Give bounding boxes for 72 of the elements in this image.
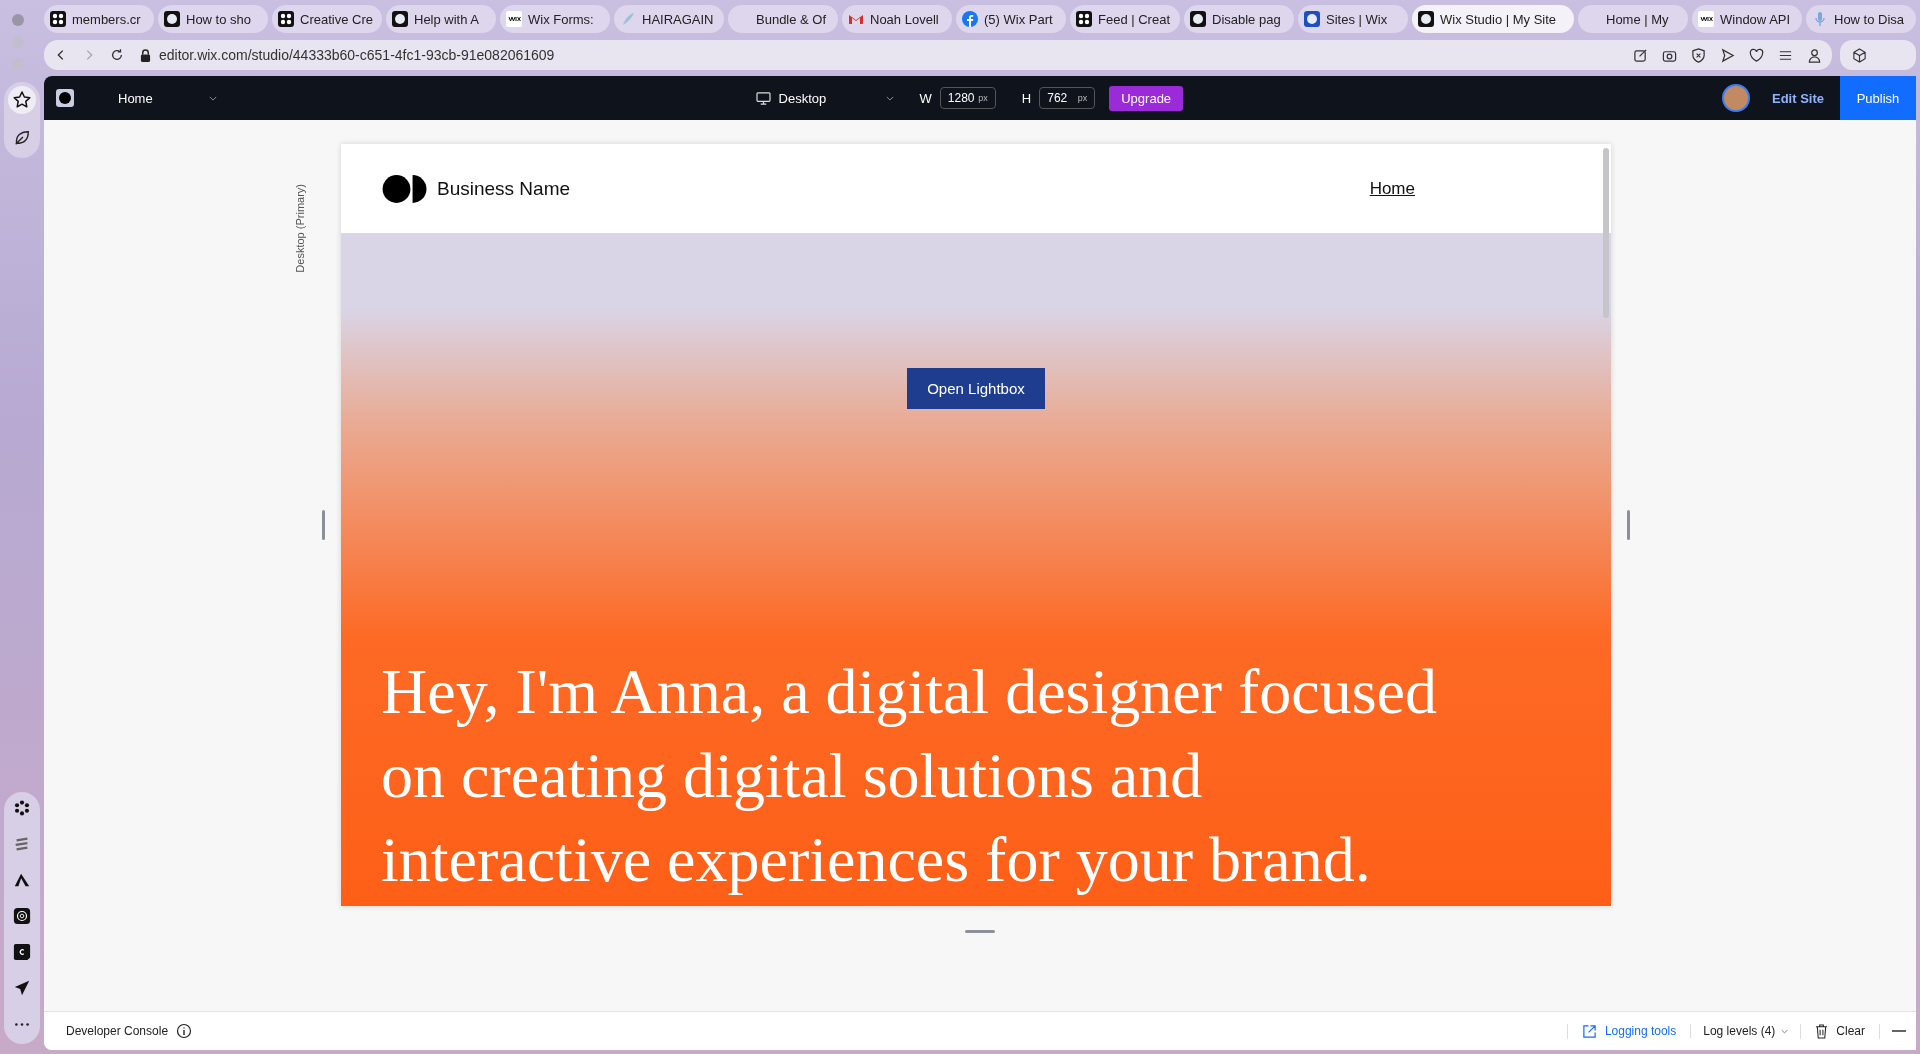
- resize-handle[interactable]: [322, 510, 325, 540]
- trash-icon: [1815, 1023, 1829, 1039]
- circle-favicon-icon: [164, 11, 180, 27]
- log-levels-dropdown[interactable]: Log levels (4): [1690, 1024, 1801, 1038]
- info-icon[interactable]: [176, 1023, 193, 1039]
- circle-favicon-icon: [1304, 11, 1320, 27]
- browser-tab[interactable]: Bundle & Of: [728, 5, 838, 33]
- browser-tab[interactable]: Noah Lovell: [842, 5, 952, 33]
- avatar[interactable]: [1722, 84, 1750, 112]
- logo-favicon-icon: [1698, 11, 1714, 27]
- browser-tab[interactable]: HAIRAGAIN: [614, 5, 724, 33]
- publish-button[interactable]: Publish: [1840, 76, 1916, 120]
- hero-headline: Hey, I'm Anna, a digital designer focused on creating digital solutions and interactive experiences for your brand.: [381, 655, 1438, 897]
- heart-icon[interactable]: [1749, 47, 1764, 63]
- logging-tools-link[interactable]: Logging tools: [1566, 1023, 1691, 1039]
- browser-tab[interactable]: How to Disa: [1806, 5, 1916, 33]
- browser-tab[interactable]: Help with A: [386, 5, 496, 33]
- resize-handle[interactable]: [965, 930, 995, 933]
- facebook-icon: [962, 11, 978, 27]
- width-field[interactable]: 1280 px: [939, 87, 996, 109]
- console-title: Developer Console: [66, 1024, 169, 1038]
- logo-icon[interactable]: [56, 89, 74, 107]
- resize-handle[interactable]: [1627, 510, 1630, 540]
- send-icon[interactable]: [1720, 47, 1735, 63]
- browser-tab[interactable]: Creative Cre: [272, 5, 382, 33]
- chevron-down-icon: [208, 95, 217, 101]
- address-bar[interactable]: editor.wix.com/studio/44333b60-c651-4fc1-93cb-91e082061609: [44, 40, 1832, 70]
- cube-icon[interactable]: [1852, 47, 1867, 63]
- business-name: Business Name: [437, 177, 571, 200]
- grid-favicon-icon: [278, 11, 294, 27]
- browser-tab[interactable]: Wix Forms:: [500, 5, 610, 33]
- browser-tab[interactable]: Wix Studio | My Site: [1412, 5, 1574, 33]
- scrollbar[interactable]: [1603, 148, 1609, 318]
- external-link-icon: [1581, 1023, 1597, 1039]
- browser-tab[interactable]: Home | My: [1578, 5, 1688, 33]
- circle-favicon-icon: [392, 11, 408, 27]
- feather-icon: [620, 11, 636, 27]
- chevron-down-icon: [885, 95, 894, 101]
- chevron-down-icon: [1781, 1028, 1789, 1034]
- device-dropdown[interactable]: Desktop: [755, 90, 894, 106]
- breakpoint-label: Desktop (Primary): [294, 184, 306, 273]
- edit-icon[interactable]: [1633, 47, 1648, 63]
- circle-favicon-icon: [1190, 11, 1206, 27]
- browser-tab[interactable]: members.cr: [44, 5, 154, 33]
- browser-tab[interactable]: (5) Wix Part: [956, 5, 1066, 33]
- reload-icon[interactable]: [110, 48, 124, 62]
- grid-favicon-icon: [1076, 11, 1092, 27]
- grid-favicon-icon: [50, 11, 66, 27]
- url-text: editor.wix.com/studio/44333b60-c651-4fc1-93cb-91e082061609: [159, 47, 555, 63]
- shield-icon[interactable]: [1691, 47, 1706, 63]
- height-label: H: [1021, 90, 1032, 106]
- circle-favicon-icon: [1418, 11, 1434, 27]
- profile-icon[interactable]: [1807, 47, 1822, 63]
- lock-icon: [140, 48, 151, 62]
- upgrade-button[interactable]: Upgrade: [1109, 85, 1184, 111]
- logo-favicon-icon: [506, 11, 522, 27]
- page-dropdown[interactable]: Home: [118, 90, 217, 106]
- browser-tab[interactable]: Disable pag: [1184, 5, 1294, 33]
- browser-tab[interactable]: How to sho: [158, 5, 268, 33]
- microphone-icon: [1812, 11, 1828, 27]
- clear-button[interactable]: Clear: [1800, 1023, 1880, 1039]
- open-lightbox-button[interactable]: Open Lightbox: [907, 368, 1045, 409]
- window-control-dot[interactable]: [12, 14, 24, 26]
- browser-tab[interactable]: Sites | Wix: [1298, 5, 1408, 33]
- height-field[interactable]: 762 px: [1039, 87, 1096, 109]
- nav-link[interactable]: Home: [1369, 178, 1415, 199]
- edit-site-link[interactable]: Edit Site: [1772, 90, 1824, 106]
- logo-icon: [381, 173, 427, 204]
- browser-tab[interactable]: Feed | Creat: [1070, 5, 1180, 33]
- browser-tab[interactable]: Window API: [1692, 5, 1802, 33]
- width-label: W: [919, 90, 932, 106]
- monitor-icon: [755, 91, 771, 105]
